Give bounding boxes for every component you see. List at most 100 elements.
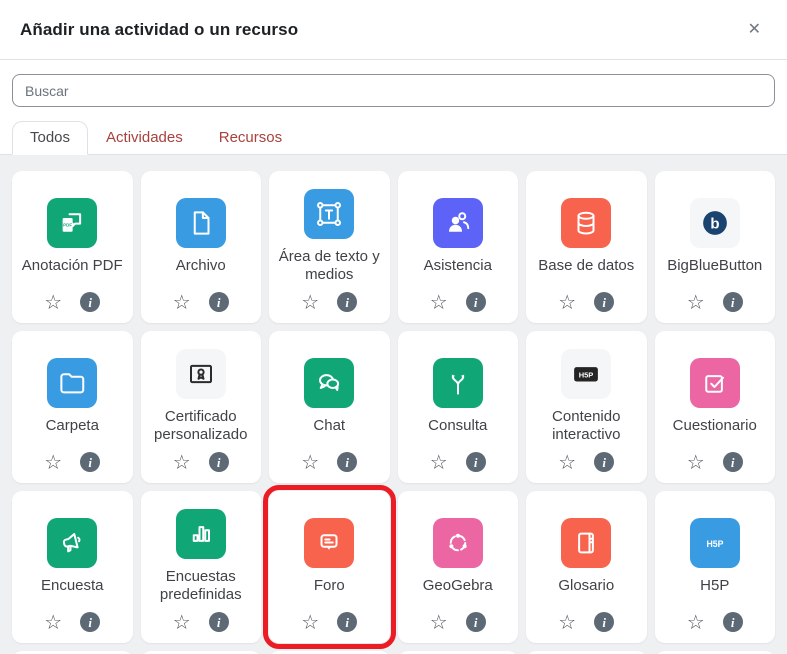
tab-actividades[interactable]: Actividades [88,121,201,154]
tab-bar: Todos Actividades Recursos [0,121,787,155]
activity-label: Encuesta [40,576,104,594]
tab-recursos[interactable]: Recursos [201,121,300,154]
activity-card-glosario[interactable]: Glosario ☆ i [526,491,647,643]
favourite-star-icon[interactable]: ☆ [558,292,576,312]
activity-label: Foro [313,576,345,594]
favourite-star-icon[interactable]: ☆ [430,292,448,312]
search-input[interactable] [12,74,775,107]
favourite-star-icon[interactable]: ☆ [173,612,191,632]
favourite-star-icon[interactable]: ☆ [301,452,319,472]
svg-text:H5P: H5P [579,370,594,379]
activity-card-encuestas-predefinidas[interactable]: Encuestas predefinidas ☆ i [140,491,261,643]
attendance-icon [432,197,483,248]
activity-card-archivo[interactable]: Archivo ☆ i [140,171,261,323]
folder-icon [47,357,98,408]
activity-grid: PDF Anotación PDF ☆ i Archivo ☆ i Área d… [12,171,775,654]
info-icon[interactable]: i [722,452,743,472]
activity-card-encuesta[interactable]: Encuesta ☆ i [12,491,133,643]
svg-text:H5P: H5P [706,538,723,548]
certificate-icon [175,348,226,399]
info-icon[interactable]: i [337,292,358,312]
text-media-icon [304,188,355,239]
activity-label: Anotación PDF [21,256,123,274]
dialog-title: Añadir una actividad o un recurso [20,19,299,39]
activity-card-certificado-personalizado[interactable]: Certificado personalizado ☆ i [140,331,261,483]
activity-label: Glosario [558,576,615,594]
close-icon[interactable]: ✕ [742,18,767,42]
file-icon [175,197,226,248]
activity-card-bigbluebutton[interactable]: b BigBlueButton ☆ i [654,171,775,323]
info-icon[interactable]: i [722,292,743,312]
favourite-star-icon[interactable]: ☆ [558,612,576,632]
activity-label: H5P [700,576,730,594]
activity-label: Área de texto y medios [278,247,380,283]
quiz-icon [689,357,740,408]
chat-icon [304,357,355,408]
svg-text:PDF: PDF [63,222,72,227]
info-icon[interactable]: i [465,292,486,312]
database-icon [561,197,612,248]
info-icon[interactable]: i [208,612,229,632]
activity-label: Chat [313,416,346,434]
dialog-header: Añadir una actividad o un recurso ✕ [0,0,787,60]
favourite-star-icon[interactable]: ☆ [44,452,62,472]
activity-card-area-de-texto-y-medios[interactable]: Área de texto y medios ☆ i [269,171,390,323]
choice-icon [432,357,483,408]
info-icon[interactable]: i [465,612,486,632]
favourite-star-icon[interactable]: ☆ [687,292,705,312]
activity-label: Carpeta [45,416,99,434]
info-icon[interactable]: i [208,452,229,472]
info-icon[interactable]: i [465,452,486,472]
activity-label: Contenido interactivo [552,407,621,443]
activity-card-geogebra[interactable]: GeoGebra ☆ i [397,491,518,643]
activity-card-asistencia[interactable]: Asistencia ☆ i [397,171,518,323]
favourite-star-icon[interactable]: ☆ [44,612,62,632]
favourite-star-icon[interactable]: ☆ [687,452,705,472]
favourite-star-icon[interactable]: ☆ [558,452,576,472]
favourite-star-icon[interactable]: ☆ [173,452,191,472]
activity-label: Base de datos [538,256,635,274]
forum-icon [304,517,355,568]
activity-card-contenido-interactivo[interactable]: H5P Contenido interactivo ☆ i [526,331,647,483]
favourite-star-icon[interactable]: ☆ [301,292,319,312]
activity-card-foro[interactable]: Foro ☆ i [263,485,396,649]
activity-label: GeoGebra [422,576,493,594]
info-icon[interactable]: i [337,612,358,632]
activity-label: Encuestas predefinidas [159,567,242,603]
dialog-content: PDF Anotación PDF ☆ i Archivo ☆ i Área d… [0,155,787,654]
favourite-star-icon[interactable]: ☆ [430,452,448,472]
tab-todos[interactable]: Todos [12,121,89,155]
info-icon[interactable]: i [594,452,615,472]
geogebra-icon [432,517,483,568]
activity-label: Certificado personalizado [154,407,248,443]
activity-label: Cuestionario [672,416,757,434]
favourite-star-icon[interactable]: ☆ [173,292,191,312]
info-icon[interactable]: i [722,612,743,632]
activity-card-h5p[interactable]: H5P H5P ☆ i [654,491,775,643]
activity-label: Consulta [428,416,488,434]
info-icon[interactable]: i [80,292,101,312]
pdf-annotation-icon: PDF [47,197,98,248]
favourite-star-icon[interactable]: ☆ [301,612,319,632]
activity-card-carpeta[interactable]: Carpeta ☆ i [12,331,133,483]
activity-card-anotacion-pdf[interactable]: PDF Anotación PDF ☆ i [12,171,133,323]
favourite-star-icon[interactable]: ☆ [44,292,62,312]
h5p-icon: H5P [689,517,740,568]
h5p-content-icon: H5P [561,348,612,399]
info-icon[interactable]: i [594,292,615,312]
search-section [0,60,787,121]
activity-card-base-de-datos[interactable]: Base de datos ☆ i [526,171,647,323]
feedback-icon [175,508,226,559]
info-icon[interactable]: i [594,612,615,632]
info-icon[interactable]: i [337,452,358,472]
activity-card-chat[interactable]: Chat ☆ i [269,331,390,483]
favourite-star-icon[interactable]: ☆ [687,612,705,632]
favourite-star-icon[interactable]: ☆ [430,612,448,632]
info-icon[interactable]: i [80,452,101,472]
svg-text:b: b [710,215,719,232]
activity-card-cuestionario[interactable]: Cuestionario ☆ i [654,331,775,483]
survey-icon [47,517,98,568]
activity-card-consulta[interactable]: Consulta ☆ i [397,331,518,483]
info-icon[interactable]: i [208,292,229,312]
info-icon[interactable]: i [80,612,101,632]
